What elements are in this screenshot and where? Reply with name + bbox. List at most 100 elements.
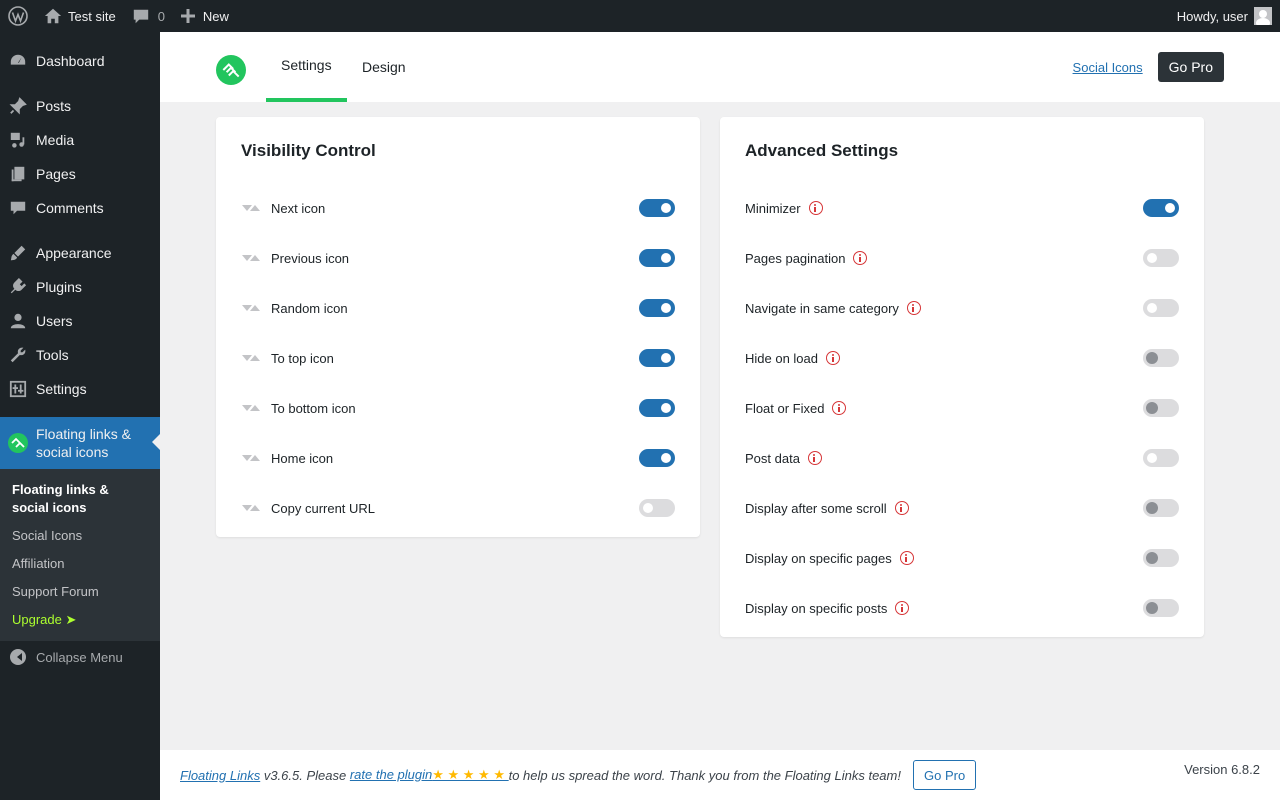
visibility-row: Random icon — [241, 296, 675, 320]
menu-item-users[interactable]: Users — [0, 304, 160, 338]
toggle-random-icon[interactable] — [639, 299, 675, 317]
advanced-settings-card: Advanced Settings Minimizer Pages pagina… — [720, 117, 1204, 637]
toggle-to-top-icon[interactable] — [639, 349, 675, 367]
floating-links-link[interactable]: Floating Links — [180, 768, 260, 783]
menu-item-media[interactable]: Media — [0, 123, 160, 157]
social-icons-link[interactable]: Social Icons — [1073, 60, 1143, 75]
info-icon[interactable] — [826, 351, 840, 365]
advanced-row: Display after some scroll — [745, 496, 1179, 520]
toggle-previous-icon[interactable] — [639, 249, 675, 267]
visibility-control-card: Visibility Control Next icon Previous ic… — [216, 117, 700, 537]
pages-icon — [8, 164, 28, 184]
admin-bar: Test site 0 New Howdy, user — [0, 0, 1280, 32]
menu-item-dashboard[interactable]: Dashboard — [0, 44, 160, 78]
howdy-text: Howdy, user — [1176, 8, 1248, 24]
advanced-row: Post data — [745, 446, 1179, 470]
row-label: Next icon — [271, 200, 326, 216]
toggle-hide-on-load[interactable] — [1143, 349, 1179, 367]
drag-handle-icon[interactable] — [241, 353, 261, 363]
menu-item-appearance[interactable]: Appearance — [0, 236, 160, 270]
tab-settings[interactable]: Settings — [266, 32, 347, 102]
submenu: Floating links & social icons Social Ico… — [0, 469, 160, 641]
admin-footer: Floating Links v3.6.5. Please rate the p… — [160, 750, 1280, 800]
info-icon[interactable] — [894, 501, 909, 515]
new-content-link[interactable]: New — [173, 0, 237, 32]
wrench-icon — [8, 345, 28, 365]
drag-handle-icon[interactable] — [241, 253, 261, 263]
info-icon[interactable] — [807, 451, 822, 465]
drag-handle-icon[interactable] — [241, 453, 261, 463]
avatar — [1254, 7, 1272, 25]
admin-menu: Dashboard Posts Media Pages Comments App… — [0, 32, 160, 800]
info-icon[interactable] — [853, 251, 868, 265]
row-label: Post data — [745, 450, 800, 466]
row-label: Copy current URL — [271, 500, 376, 516]
info-icon[interactable] — [832, 401, 847, 415]
footer-go-pro-button[interactable]: Go Pro — [913, 760, 977, 790]
footer-text-1: v3.6.5. Please — [260, 767, 350, 783]
info-icon[interactable] — [808, 201, 823, 215]
info-icon[interactable] — [899, 551, 914, 565]
drag-handle-icon[interactable] — [241, 503, 261, 513]
submenu-item-affiliation[interactable]: Affiliation — [0, 550, 160, 578]
visibility-row: To bottom icon — [241, 396, 675, 420]
go-pro-button[interactable]: Go Pro — [1157, 52, 1224, 82]
submenu-item-floating-links[interactable]: Floating links & social icons — [0, 476, 160, 522]
menu-item-tools[interactable]: Tools — [0, 338, 160, 372]
main-content: Settings Design Social Icons Go Pro Visi… — [160, 32, 1280, 800]
version-text: Version 6.8.2 — [1184, 762, 1260, 777]
drag-handle-icon[interactable] — [241, 203, 261, 213]
toggle-post-data[interactable] — [1143, 449, 1179, 467]
info-icon[interactable] — [895, 601, 910, 615]
plugin-logo-icon — [216, 55, 246, 85]
home-icon — [44, 7, 62, 25]
wordpress-logo-icon[interactable] — [0, 0, 36, 32]
submenu-item-upgrade[interactable]: Upgrade ➤ — [0, 606, 160, 634]
toggle-next-icon[interactable] — [639, 199, 675, 217]
toggle-float-or-fixed[interactable] — [1143, 399, 1179, 417]
site-name-link[interactable]: Test site — [36, 0, 124, 32]
menu-item-posts[interactable]: Posts — [0, 89, 160, 123]
row-label: Display on specific posts — [745, 600, 888, 616]
advanced-row: Display on specific posts — [745, 596, 1179, 620]
row-label: Navigate in same category — [745, 300, 899, 316]
advanced-title: Advanced Settings — [745, 141, 899, 160]
submenu-item-social-icons[interactable]: Social Icons — [0, 522, 160, 550]
plus-icon — [180, 9, 195, 23]
row-label: Display after some scroll — [745, 500, 887, 516]
toggle-to-bottom-icon[interactable] — [639, 399, 675, 417]
footer-text-2: to help us spread the word. Thank you fr… — [508, 767, 901, 783]
toggle-display-specific-posts[interactable] — [1143, 599, 1179, 617]
row-label: To bottom icon — [271, 400, 356, 416]
visibility-title: Visibility Control — [241, 141, 376, 160]
new-label: New — [202, 8, 229, 24]
toggle-copy-current-url[interactable] — [639, 499, 675, 517]
menu-item-settings[interactable]: Settings — [0, 372, 160, 406]
star-rating-icon: ★ ★ ★ ★ ★ — [432, 767, 509, 782]
menu-item-comments[interactable]: Comments — [0, 191, 160, 225]
row-label: Random icon — [271, 300, 348, 316]
my-account-link[interactable]: Howdy, user — [1169, 0, 1272, 32]
toggle-home-icon[interactable] — [639, 449, 675, 467]
tab-design[interactable]: Design — [347, 32, 421, 102]
menu-item-pages[interactable]: Pages — [0, 157, 160, 191]
toggle-display-specific-pages[interactable] — [1143, 549, 1179, 567]
toggle-navigate-same-category[interactable] — [1143, 299, 1179, 317]
submenu-item-support-forum[interactable]: Support Forum — [0, 578, 160, 606]
row-label: Pages pagination — [745, 250, 846, 266]
drag-handle-icon[interactable] — [241, 403, 261, 413]
comments-link[interactable]: 0 — [124, 0, 173, 32]
menu-item-plugins[interactable]: Plugins — [0, 270, 160, 304]
info-icon[interactable] — [906, 301, 921, 315]
menu-item-floating-links[interactable]: Floating links & social icons — [0, 417, 160, 469]
advanced-row: Hide on load — [745, 346, 1179, 370]
collapse-menu-button[interactable]: Collapse Menu — [0, 641, 160, 673]
drag-handle-icon[interactable] — [241, 303, 261, 313]
dashboard-icon — [8, 51, 28, 71]
rate-plugin-link[interactable]: rate the plugin★ ★ ★ ★ ★ — [350, 767, 509, 783]
comment-icon — [132, 7, 150, 25]
toggle-pages-pagination[interactable] — [1143, 249, 1179, 267]
toggle-display-after-scroll[interactable] — [1143, 499, 1179, 517]
sliders-icon — [8, 379, 28, 399]
toggle-minimizer[interactable] — [1143, 199, 1179, 217]
